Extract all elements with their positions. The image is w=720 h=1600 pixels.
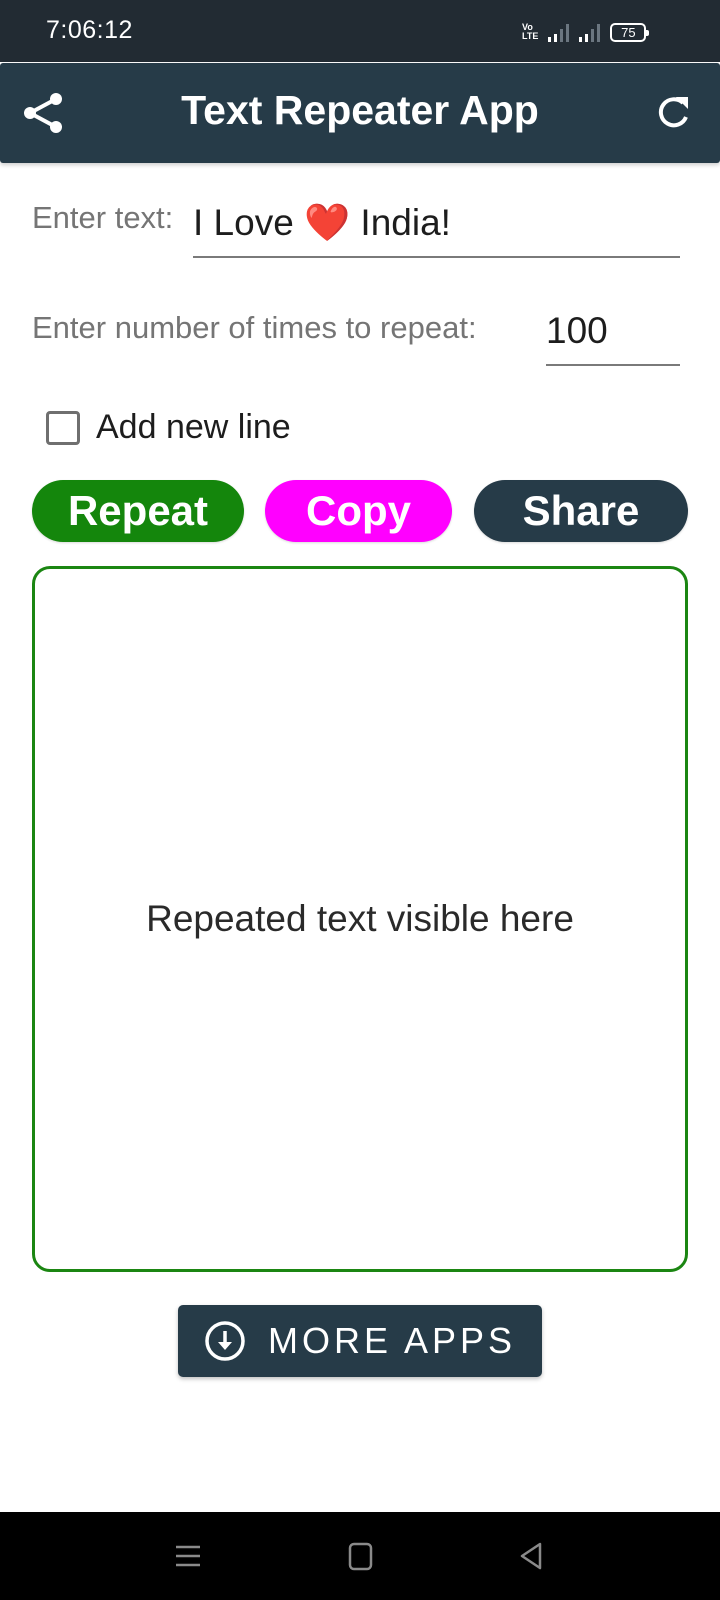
- recents-button[interactable]: [170, 1538, 206, 1574]
- text-input[interactable]: [193, 190, 680, 258]
- new-line-option[interactable]: Add new line: [46, 408, 291, 447]
- battery-icon: 75: [610, 22, 650, 42]
- refresh-button[interactable]: [652, 91, 696, 135]
- refresh-icon: [658, 97, 688, 128]
- more-apps-label: MORE APPS: [267, 1320, 517, 1361]
- back-icon: [520, 1542, 542, 1570]
- share-button[interactable]: Share: [474, 480, 688, 542]
- app-bar: Text Repeater App: [0, 63, 720, 163]
- status-bar: 7:06:12 Vo LTE 75: [0, 0, 720, 62]
- repeat-count-input[interactable]: [546, 298, 680, 366]
- output-area[interactable]: Repeated text visible here: [32, 566, 688, 1272]
- download-circle-icon: [205, 1321, 245, 1361]
- system-nav-bar: [0, 1512, 720, 1600]
- new-line-checkbox[interactable]: [46, 410, 80, 445]
- home-icon: [348, 1542, 373, 1571]
- new-line-label: Add new line: [96, 408, 291, 446]
- back-button[interactable]: [514, 1538, 550, 1574]
- copy-button[interactable]: Copy: [265, 480, 452, 542]
- home-button[interactable]: [342, 1538, 378, 1574]
- repeat-count-label: Enter number of times to repeat:: [32, 310, 477, 345]
- status-icons: Vo LTE 75: [522, 20, 650, 44]
- app-title: Text Repeater App: [181, 87, 539, 133]
- output-placeholder: Repeated text visible here: [146, 898, 574, 939]
- text-label: Enter text:: [32, 200, 174, 235]
- signal-icon-sim2: [579, 22, 601, 42]
- more-apps-button[interactable]: MORE APPS: [178, 1305, 542, 1377]
- menu-icon: [176, 1545, 200, 1567]
- signal-icon-sim1: [548, 22, 570, 42]
- status-time: 7:06:12: [46, 16, 133, 44]
- volte-icon: Vo LTE: [522, 22, 539, 41]
- repeat-button[interactable]: Repeat: [32, 480, 244, 542]
